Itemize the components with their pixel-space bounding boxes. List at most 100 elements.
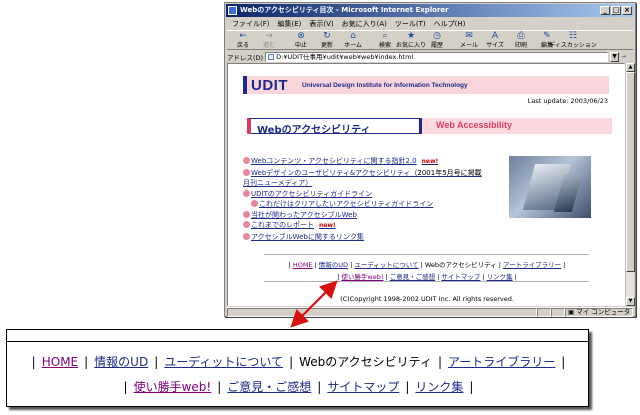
nav-link[interactable]: サイトマップ — [441, 273, 480, 281]
footer-divider — [264, 254, 589, 255]
nav-link[interactable]: アートライブラリー — [503, 261, 561, 269]
back-arrow-icon: ← — [239, 31, 247, 41]
section-title-english: Web Accessibility — [436, 120, 513, 130]
bullet-icon — [251, 200, 258, 207]
go-button[interactable]: → — [621, 52, 633, 62]
toolbar: ← 戻る → 進む ⊗ 中止 ↻ 更新 ⌂ ホーム ⌕ 検索 ★ お気に入り ◷ 履歴 ✉ メール A サイズ ⎙ 印刷 ✎… — [227, 30, 633, 50]
nav-link[interactable]: 使い勝手web! — [134, 380, 212, 394]
favorites-icon: ★ — [406, 31, 416, 41]
menu-link[interactable]: アクセシブルWebに関するリンク集 — [251, 233, 364, 241]
nav-separator: | — [288, 261, 291, 269]
nav-separator: | — [123, 380, 128, 394]
nav-current-page: Webのアクセシビリティ — [424, 261, 497, 269]
menu-link[interactable]: 月刊ニューメディア） — [243, 179, 312, 187]
status-pane — [537, 308, 551, 317]
menu-list-item[interactable]: 月刊ニューメディア） — [243, 178, 493, 189]
toolbar-button[interactable]: ⎙ 印刷 — [508, 31, 534, 51]
home-icon: ⌂ — [350, 31, 356, 41]
menu-list-item[interactable]: アクセシブルWebに関するリンク集 — [243, 232, 493, 243]
bullet-icon — [243, 210, 250, 218]
toolbar-button[interactable]: A サイズ — [482, 31, 508, 51]
toolbar-button[interactable]: ⌕ 検索 — [372, 31, 398, 51]
toolbar-button-label: 印刷 — [514, 42, 527, 49]
menu-help[interactable]: ヘルプ(H) — [431, 19, 469, 29]
toolbar-button[interactable]: ◷ 履歴 — [424, 31, 450, 51]
nav-separator: | — [498, 261, 501, 269]
forward-arrow-icon: → — [265, 31, 273, 41]
menu-link[interactable]: 当社が関わったアクセシブルWeb — [251, 211, 357, 219]
status-zone-label: マイ コンピュータ — [576, 308, 631, 316]
nav-link[interactable]: HOME — [293, 261, 313, 269]
vertical-scrollbar[interactable]: ▲ ▼ — [625, 63, 635, 306]
menu-list-item[interactable]: 当社が関わったアクセシブルWeb — [243, 210, 493, 221]
nav-link[interactable]: HOME — [42, 355, 78, 369]
menu-view[interactable]: 表示(V) — [306, 19, 336, 29]
browser-window: Webのアクセシビリティ目次 - Microsoft Internet Expl… — [224, 2, 636, 317]
udit-logo[interactable]: UDIT — [251, 77, 288, 94]
menu-list-item[interactable]: Webコンテンツ・アクセシビリティに関する指針2.0 new! — [243, 156, 493, 168]
nav-link[interactable]: ユーディットについて — [354, 261, 418, 269]
nav-link[interactable]: アートライブラリー — [448, 355, 555, 369]
menu-file[interactable]: ファイル(F) — [229, 19, 273, 29]
toolbar-button[interactable]: ↻ 更新 — [314, 31, 340, 51]
toolbar-button[interactable]: ✉ メール — [456, 31, 482, 51]
toolbar-button[interactable]: ← 戻る — [230, 31, 256, 51]
bullet-icon — [243, 232, 250, 240]
toolbar-button-label: 中止 — [294, 42, 307, 49]
menu-list-item[interactable]: UDITのアクセシビリティガイドライン — [243, 189, 493, 200]
computer-icon: ▣ — [568, 308, 575, 316]
address-input[interactable]: D:¥UDIT仕事用¥udit¥web¥web¥index.html — [265, 51, 608, 62]
header-accent-bar — [243, 76, 247, 94]
scroll-up-button[interactable]: ▲ — [626, 63, 635, 72]
logo-subtitle: Universal Design Institute for Informati… — [302, 82, 468, 89]
scroll-down-button[interactable]: ▼ — [626, 297, 635, 306]
menu-link[interactable]: Webコンテンツ・アクセシビリティに関する指針2.0 — [251, 157, 417, 165]
nav-link[interactable]: ご意見・ご感想 — [227, 380, 311, 394]
menu-list-item[interactable]: これまでのレポート new! — [243, 220, 493, 232]
menu-list-item[interactable]: これだけはクリアしたいアクセシビリティガイドライン — [243, 199, 493, 210]
refresh-icon: ↻ — [323, 31, 331, 41]
toolbar-button-label: 検索 — [378, 42, 391, 49]
nav-link[interactable]: リンク集 — [487, 273, 513, 281]
menu-link[interactable]: これまでのレポート — [251, 221, 314, 229]
nav-link[interactable]: ユーディットについて — [164, 355, 283, 369]
nav-separator: | — [482, 273, 485, 281]
menu-link[interactable]: これだけはクリアしたいアクセシビリティガイドライン — [259, 200, 433, 208]
menu-bar: ファイル(F) 編集(E) 表示(V) お気に入り(A) ツール(T) ヘルプ(… — [227, 18, 633, 29]
close-button[interactable]: × — [622, 6, 632, 15]
footer-nav-row-2: | 使い勝手web! | ご意見・ご感想 | サイトマップ | リンク集 | — [228, 271, 624, 281]
menu-link[interactable]: UDITのアクセシビリティガイドライン — [251, 190, 372, 198]
title-bar: Webのアクセシビリティ目次 - Microsoft Internet Expl… — [226, 4, 634, 17]
nav-link[interactable]: 情報のUD — [319, 261, 348, 269]
site-header: UDIT Universal Design Institute for Info… — [243, 76, 609, 94]
toolbar-button[interactable]: ☷ ディスカッション — [549, 31, 597, 51]
toolbar-button[interactable]: ⌂ ホーム — [340, 31, 366, 51]
nav-link[interactable]: 情報のUD — [94, 355, 148, 369]
ie-logo-icon — [228, 6, 237, 15]
status-text — [227, 308, 537, 317]
minimize-button[interactable]: _ — [600, 6, 610, 15]
menu-edit[interactable]: 編集(E) — [275, 19, 305, 29]
maximize-button[interactable]: □ — [611, 6, 621, 15]
scroll-thumb[interactable] — [626, 72, 635, 272]
nav-link[interactable]: サイトマップ — [327, 380, 399, 394]
address-bar: アドレス(D) D:¥UDIT仕事用¥udit¥web¥web¥index.ht… — [227, 51, 633, 62]
nav-link[interactable]: 使い勝手web! — [341, 273, 383, 281]
toolbar-button[interactable]: → 進む — [256, 31, 282, 51]
nav-link[interactable]: ご意見・ご感想 — [390, 273, 436, 281]
address-dropdown-button[interactable]: ▼ — [610, 51, 619, 62]
status-bar: ▣ マイ コンピュータ — [227, 307, 633, 317]
address-value: D:¥UDIT仕事用¥udit¥web¥web¥index.html — [276, 52, 414, 61]
toolbar-button[interactable]: ⊗ 中止 — [288, 31, 314, 51]
menu-link[interactable]: Webデザインのユーザビリティ&アクセシビリティ — [251, 169, 410, 177]
copyright: (C)Copyright 1998-2002 UDIT Inc. All rig… — [340, 295, 514, 303]
menu-list-item[interactable]: Webデザインのユーザビリティ&アクセシビリティ（2001年5月号に掲載 — [243, 168, 493, 179]
menu-favorites[interactable]: お気に入り(A) — [339, 19, 390, 29]
toolbar-button-label: 履歴 — [430, 42, 443, 49]
nav-current-page: Webのアクセシビリティ — [299, 355, 432, 369]
zoom-nav-row-2: | 使い勝手web! | ご意見・ご感想 | サイトマップ | リンク集 | — [7, 378, 590, 395]
new-badge: new! — [319, 222, 336, 229]
nav-link[interactable]: リンク集 — [415, 380, 463, 394]
menu-tools[interactable]: ツール(T) — [392, 19, 429, 29]
toolbar-button[interactable]: ★ お気に入り — [396, 31, 426, 51]
